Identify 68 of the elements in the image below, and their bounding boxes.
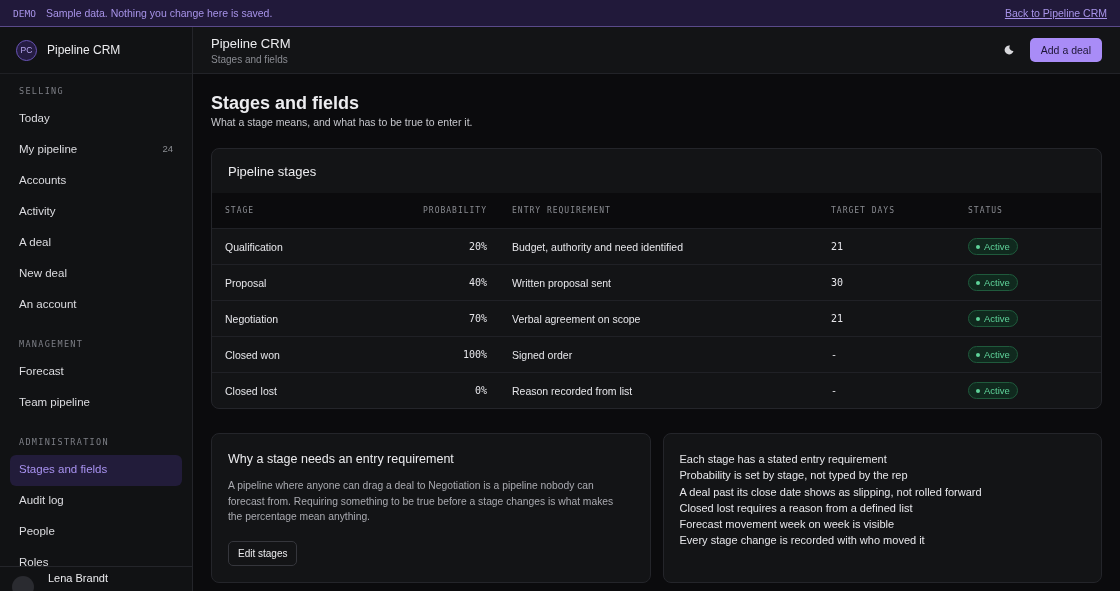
status-badge: Active: [968, 346, 1018, 363]
sidebar-item[interactable]: New deal: [10, 259, 182, 290]
table-cell: 21: [830, 300, 967, 337]
card-title: Why a stage needs an entry requirement: [228, 452, 455, 466]
table-cell: 21: [830, 228, 967, 265]
page-subtitle: What a stage means, and what has to be true to enter it.: [211, 116, 474, 128]
table-cell: Closed won: [212, 336, 386, 373]
table-cell: Signed order: [500, 336, 830, 373]
status-badge: Active: [968, 274, 1018, 291]
status-badge: Active: [968, 382, 1018, 399]
table-cell: -: [830, 372, 967, 408]
rule-text: A deal past its close date shows as slipping, not rolled forward: [679, 484, 983, 500]
card-title: Pipeline stages: [227, 162, 318, 181]
sidebar-item[interactable]: Accounts: [10, 166, 182, 197]
status-badge: Active: [968, 238, 1018, 255]
column-header: TARGET DAYS: [830, 193, 967, 229]
sidebar-item[interactable]: Forecast: [10, 357, 182, 388]
header-title: Pipeline CRM: [211, 35, 292, 51]
table-cell: 30: [830, 264, 967, 301]
column-header: ENTRY REQUIREMENT: [500, 193, 830, 229]
status-badge: Active: [968, 310, 1018, 327]
rule-text: Forecast movement week on week is visible: [679, 517, 896, 533]
table-cell: Verbal agreement on scope: [500, 300, 830, 337]
rule-text: Closed lost requires a reason from a defined list: [679, 500, 914, 516]
rule-text: Probability is set by stage, not typed by the rep: [679, 468, 909, 484]
table-cell: Reason recorded from list: [500, 372, 830, 408]
sidebar-item[interactable]: Today: [10, 104, 182, 135]
sidebar-item[interactable]: My pipeline 24: [10, 135, 182, 166]
moon-icon[interactable]: [1003, 45, 1014, 55]
table-cell: Qualification: [212, 228, 386, 265]
brand-name: Pipeline CRM: [47, 43, 121, 57]
table-cell: -: [830, 336, 967, 373]
banner-message: Sample data. Nothing you change here is saved.: [45, 7, 273, 19]
table-cell: Written proposal sent: [500, 264, 830, 301]
sidebar-item[interactable]: Stages and fields: [10, 455, 182, 486]
back-link[interactable]: Back to Pipeline CRM: [1004, 7, 1107, 19]
table-cell: 40%: [386, 264, 500, 301]
edit-stages-button[interactable]: Edit stages: [228, 540, 298, 566]
column-header: PROBABILITY: [386, 193, 500, 229]
sidebar-item[interactable]: An account: [10, 290, 182, 321]
table-cell: Negotiation: [212, 300, 386, 337]
table-cell: 20%: [386, 228, 500, 265]
table-cell: Proposal: [212, 264, 386, 301]
column-header: STAGE: [212, 193, 386, 229]
header-subtitle: Stages and fields: [211, 53, 289, 65]
table-cell: Closed lost: [212, 372, 386, 408]
sidebar-item[interactable]: Team pipeline: [10, 388, 182, 419]
rule-text: Every stage change is recorded with who moved it: [679, 533, 926, 549]
add-deal-button[interactable]: Add a deal: [1029, 38, 1102, 62]
sidebar-item[interactable]: Activity: [10, 197, 182, 228]
user-name: Lena Brandt: [48, 572, 108, 584]
rule-text: Each stage has a stated entry requirement: [679, 452, 888, 467]
section-heading: SELLING: [18, 85, 65, 98]
page-title: Stages and fields: [211, 93, 361, 114]
section-heading: MANAGEMENT: [18, 338, 85, 351]
demo-tag: DEMO: [13, 7, 36, 19]
section-heading: ADMINISTRATION: [18, 436, 110, 449]
sidebar-item[interactable]: Roles: [10, 548, 182, 566]
brand-logo: PC: [16, 39, 37, 61]
sidebar-item[interactable]: People: [10, 517, 182, 548]
table-cell: 0%: [386, 372, 500, 408]
table-cell: 100%: [386, 336, 500, 373]
sidebar-item[interactable]: Audit log: [10, 486, 182, 517]
table-cell: 70%: [386, 300, 500, 337]
card-text: A pipeline where anyone can drag a deal to Negotiation is a pipeline nobody can forecast from. Requiring something to be true before a stage changes is what makes the percentage mean anything.: [228, 479, 615, 524]
table-cell: Budget, authority and need identified: [500, 228, 830, 265]
column-header: STATUS: [967, 193, 1101, 229]
sidebar-item[interactable]: A deal: [10, 228, 182, 259]
